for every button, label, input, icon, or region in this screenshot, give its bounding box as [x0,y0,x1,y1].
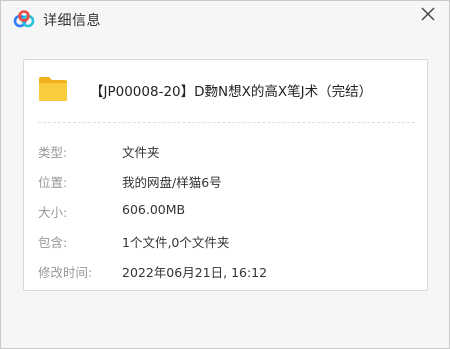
size-label: 大小: [38,205,68,220]
type-label: 类型: [38,145,68,160]
size-value: 606.00MB [122,202,186,217]
modified-value: 2022年06月21日, 16:12 [122,265,268,280]
type-value: 文件夹 [122,145,160,160]
dialog-title: 详细信息 [43,13,101,29]
location-value: 我的网盘/样猫6号 [122,175,222,190]
divider [38,122,415,123]
title-bar: 详细信息 [1,1,449,41]
contains-value: 1个文件,0个文件夹 [122,235,230,250]
folder-icon [39,77,67,101]
contains-label: 包含: [38,235,68,250]
file-name: 【JP00008-20】D覅N想X的高X笔J术（完结） [90,84,373,100]
details-dialog: 详细信息 【JP00008-20】D覅N想X的高X笔J术（完结） 类型: 文件夹… [0,0,450,349]
modified-label: 修改时间: [38,265,93,280]
details-panel: 【JP00008-20】D覅N想X的高X笔J术（完结） 类型: 文件夹 位置: … [23,59,428,291]
close-icon[interactable] [415,3,441,29]
baidu-netdisk-logo-icon [13,10,35,28]
location-label: 位置: [38,175,68,190]
close-button[interactable] [415,3,441,29]
